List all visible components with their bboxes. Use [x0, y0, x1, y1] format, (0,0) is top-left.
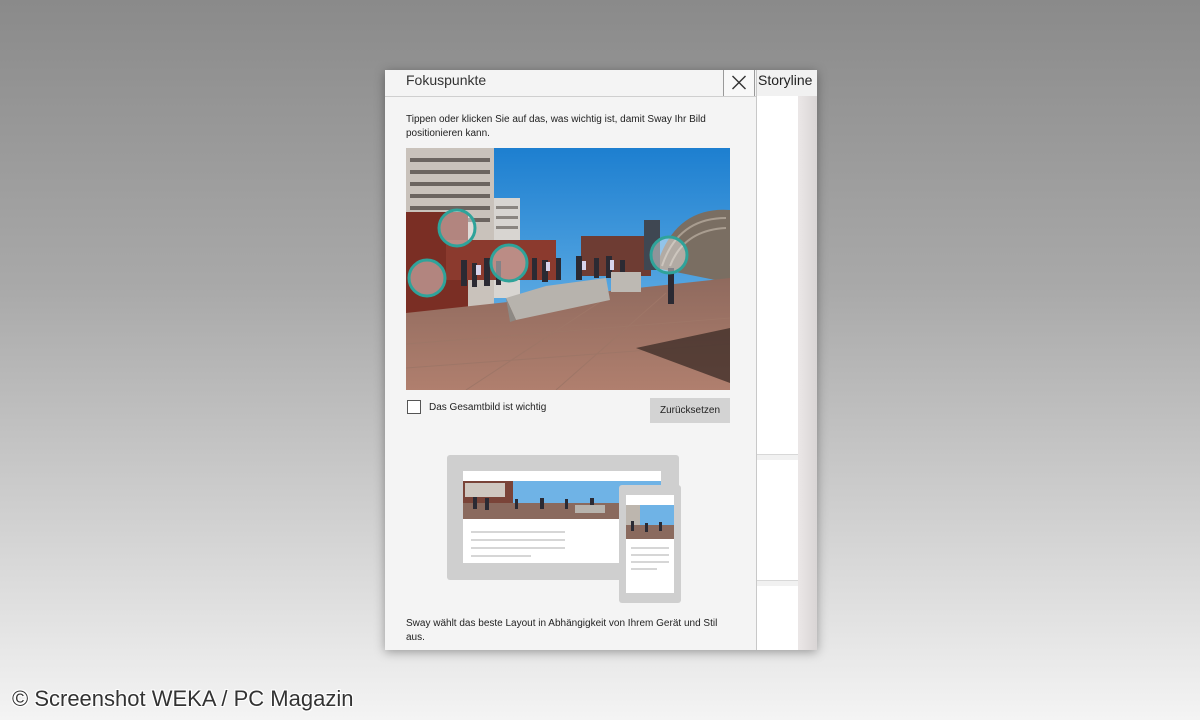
pane-title: Fokuspunkte	[406, 72, 487, 88]
focus-point[interactable]	[407, 258, 447, 298]
close-icon	[732, 75, 746, 90]
instructions-text: Tippen oder klicken Sie auf das, was wic…	[406, 114, 706, 139]
focus-photo[interactable]	[406, 148, 730, 390]
whole-image-checkbox[interactable]	[407, 400, 421, 414]
storyline-card[interactable]	[757, 96, 798, 455]
device-layout-icon	[447, 455, 681, 603]
watermark: © Screenshot WEKA / PC Magazin	[12, 686, 354, 711]
close-button[interactable]	[723, 70, 755, 96]
photo-image	[406, 148, 730, 390]
layout-preview-illustration	[445, 453, 685, 608]
focus-point[interactable]	[437, 208, 477, 248]
whole-image-checkbox-label: Das Gesamtbild ist wichtig	[429, 402, 547, 413]
reset-button[interactable]: Zurücksetzen	[650, 398, 730, 423]
layout-caption: Sway wählt das beste Layout in Abhängigk…	[406, 618, 718, 643]
focus-points-pane: Fokuspunkte Tippen oder klicken Sie auf …	[385, 70, 757, 650]
pane-header: Fokuspunkte	[385, 70, 756, 97]
storyline-card[interactable]	[757, 586, 798, 650]
storyline-card[interactable]	[757, 460, 798, 581]
focus-point[interactable]	[489, 243, 529, 283]
storyline-label: Storyline	[758, 72, 813, 88]
storyline-column[interactable]	[757, 96, 817, 650]
focus-point[interactable]	[649, 235, 689, 275]
storyline-scroll-strip	[798, 96, 817, 650]
sway-panel: Fokuspunkte Tippen oder klicken Sie auf …	[385, 70, 817, 650]
